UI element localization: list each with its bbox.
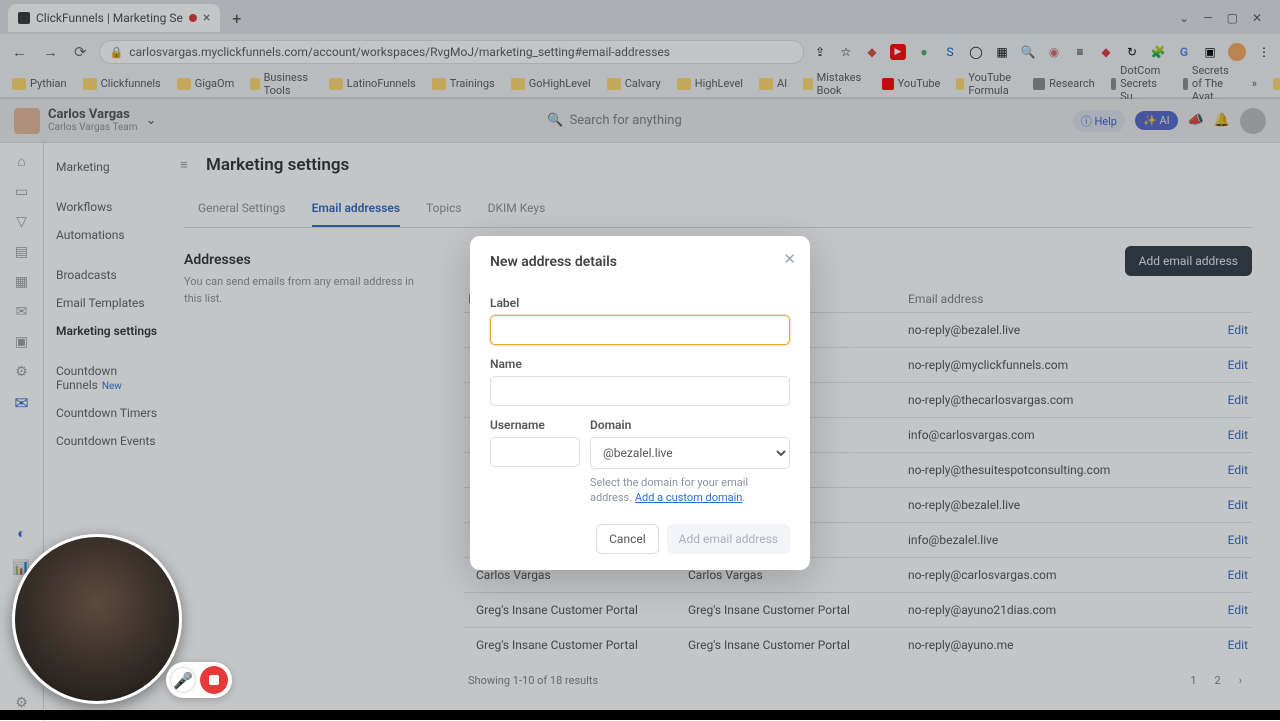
add-email-address-submit[interactable]: Add email address bbox=[667, 524, 790, 554]
close-icon[interactable]: ✕ bbox=[783, 250, 796, 268]
add-custom-domain-link[interactable]: Add a custom domain bbox=[635, 491, 743, 504]
new-address-modal: ✕ New address details Label Name Usernam… bbox=[470, 236, 810, 570]
webcam-overlay bbox=[12, 534, 182, 704]
label-input[interactable] bbox=[490, 315, 790, 345]
domain-help-text: Select the domain for your email address… bbox=[590, 475, 790, 506]
cancel-button[interactable]: Cancel bbox=[596, 524, 659, 554]
username-field-label: Username bbox=[490, 418, 580, 432]
domain-select[interactable]: @bezalel.live bbox=[590, 437, 790, 469]
name-field-label: Name bbox=[490, 357, 790, 371]
black-bar bbox=[0, 710, 1280, 720]
stop-record-button[interactable] bbox=[200, 666, 228, 694]
name-input[interactable] bbox=[490, 376, 790, 406]
domain-field-label: Domain bbox=[590, 418, 790, 432]
modal-overlay[interactable]: ✕ New address details Label Name Usernam… bbox=[0, 0, 1280, 720]
modal-title: New address details bbox=[490, 254, 790, 270]
recording-controls: 🎤 bbox=[166, 662, 232, 698]
mic-button[interactable]: 🎤 bbox=[170, 667, 196, 693]
username-input[interactable] bbox=[490, 437, 580, 467]
label-field-label: Label bbox=[490, 296, 790, 310]
